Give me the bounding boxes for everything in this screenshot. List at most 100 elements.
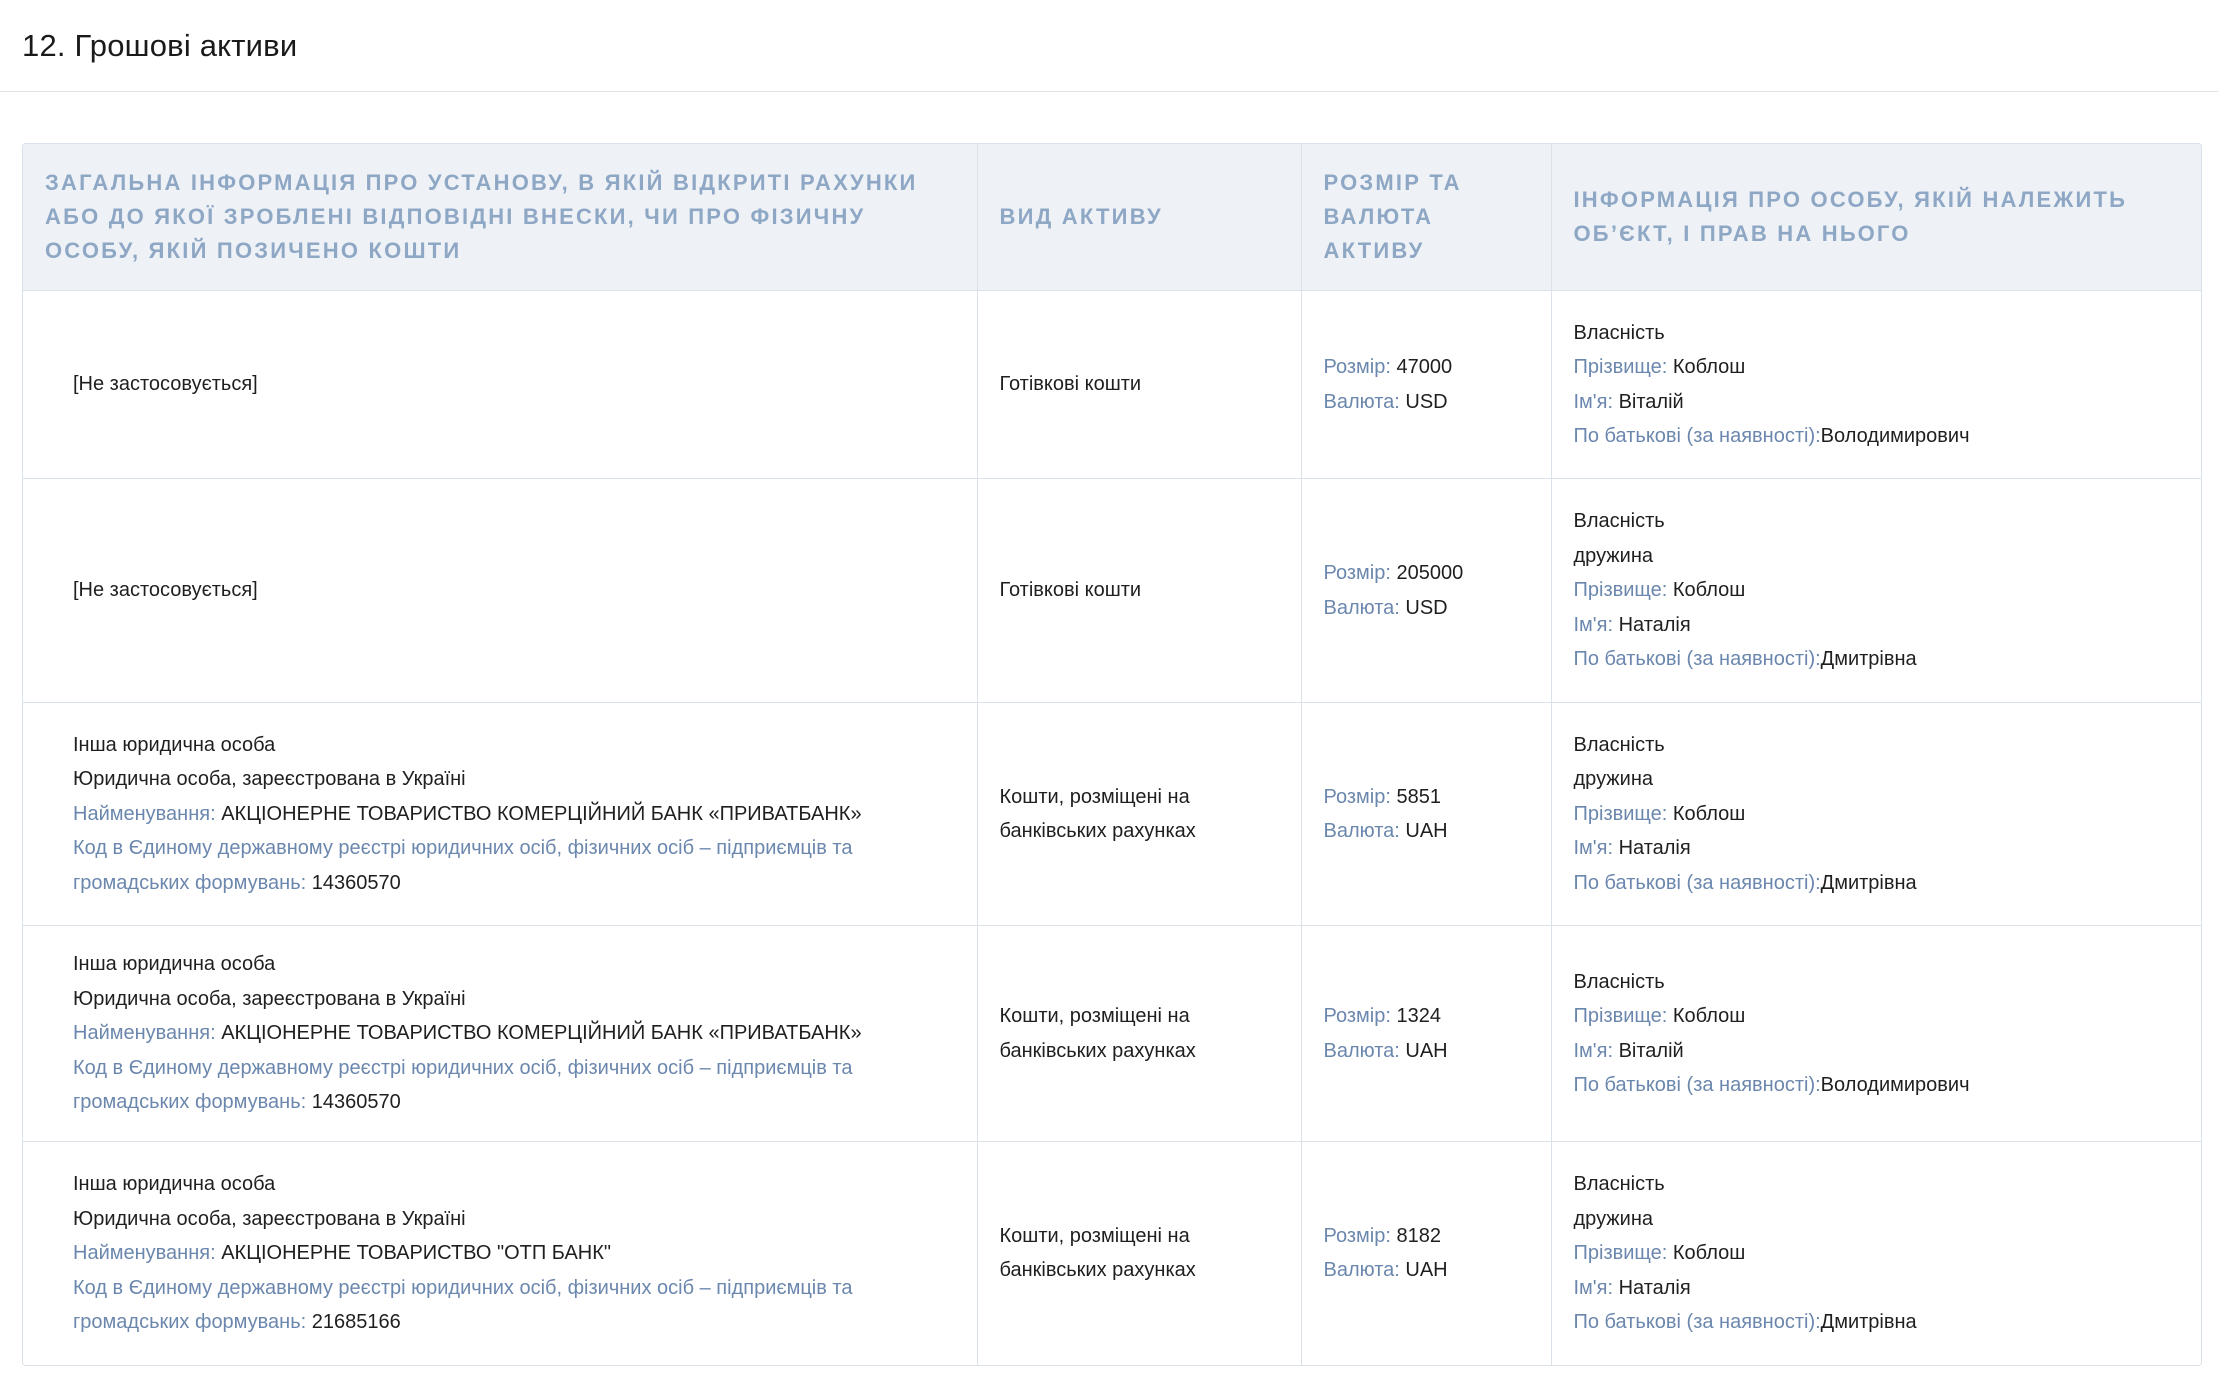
first-name-label: Ім'я: <box>1573 390 1614 413</box>
section-header: 12. Грошові активи <box>0 0 2218 92</box>
surname-label: Прізвище: <box>1573 1242 1668 1264</box>
header-asset-type: Вид активу <box>977 144 1302 291</box>
patronymic-label: По батькові (за наявності): <box>1573 1311 1821 1333</box>
table-row: Інша юридична особа Юридична особа, заре… <box>23 925 2201 1142</box>
size-value: 205000 <box>1396 562 1464 584</box>
owner-relation: дружина <box>1573 1207 1654 1230</box>
currency-value: UAH <box>1405 820 1448 842</box>
institution-code: 14360570 <box>311 1091 401 1114</box>
size-label: Розмір: <box>1323 785 1391 808</box>
owner-cell: Власність Прізвище: Коблош Ім'я: Віталій… <box>1551 925 2201 1142</box>
owner-cell: Власність дружина Прізвище: Коблош Ім'я:… <box>1551 702 2201 926</box>
asset-type-text: Готівкові кошти <box>999 579 1142 602</box>
size-currency-cell: Розмір: 205000 Валюта: USD <box>1301 478 1552 703</box>
institution-name: АКЦІОНЕРНЕ ТОВАРИСТВО КОМЕРЦІЙНИЙ БАНК «… <box>221 802 862 825</box>
page: 12. Грошові активи Загальна інформація п… <box>0 0 2218 1376</box>
name-label: Найменування: <box>73 802 216 825</box>
institution-registration: Юридична особа, зареєстрована в Україні <box>73 1207 466 1230</box>
surname-label: Прізвище: <box>1573 579 1668 602</box>
asset-type-text: Кошти, розміщені на банківських рахунках <box>999 1005 1196 1062</box>
first-name-value: Наталія <box>1618 613 1691 636</box>
size-value: 47000 <box>1396 356 1453 378</box>
patronymic-label: По батькові (за наявності): <box>1573 1074 1821 1096</box>
patronymic-label: По батькові (за наявності): <box>1573 425 1821 447</box>
size-label: Розмір: <box>1323 356 1391 378</box>
owner-relation: дружина <box>1573 768 1654 791</box>
currency-value: USD <box>1405 390 1448 413</box>
monetary-assets-table: Загальна інформація про установу, в якій… <box>22 143 2202 1366</box>
owner-cell: Власність дружина Прізвище: Коблош Ім'я:… <box>1551 1142 2201 1365</box>
institution-cell: Інша юридична особа Юридична особа, заре… <box>23 702 978 926</box>
patronymic-value: Дмитрівна <box>1820 871 1917 894</box>
currency-label: Валюта: <box>1323 596 1400 619</box>
code-label: Код в Єдиному державному реєстрі юридичн… <box>73 837 853 894</box>
institution-cell: [Не застосовується] <box>23 478 978 703</box>
institution-cell: Інша юридична особа Юридична особа, заре… <box>23 1141 978 1365</box>
owner-right: Власність <box>1573 510 1665 533</box>
header-institution: Загальна інформація про установу, в якій… <box>23 144 978 291</box>
surname-label: Прізвище: <box>1573 1005 1668 1027</box>
institution-name: АКЦІОНЕРНЕ ТОВАРИСТВО КОМЕРЦІЙНИЙ БАНК «… <box>221 1022 862 1045</box>
first-name-value: Наталія <box>1618 1276 1691 1299</box>
surname-value: Коблош <box>1672 1005 1746 1027</box>
size-label: Розмір: <box>1323 562 1391 584</box>
section-title: 12. Грошові активи <box>22 27 298 63</box>
patronymic-label: По батькові (за наявності): <box>1573 871 1821 894</box>
first-name-label: Ім'я: <box>1573 1039 1614 1062</box>
institution-kind: Інша юридична особа <box>73 733 276 756</box>
institution-code: 21685166 <box>311 1311 401 1333</box>
institution-registration: Юридична особа, зареєстрована в Україні <box>73 987 466 1010</box>
size-label: Розмір: <box>1323 1224 1391 1247</box>
asset-type-cell: Готівкові кошти <box>977 478 1302 703</box>
not-applicable-text: [Не застосовується] <box>73 373 258 396</box>
first-name-value: Віталій <box>1618 1039 1684 1062</box>
asset-type-cell: Кошти, розміщені на банківських рахунках <box>977 925 1302 1142</box>
size-value: 8182 <box>1396 1224 1441 1247</box>
institution-kind: Інша юридична особа <box>73 1173 276 1195</box>
table-row: [Не застосовується] Готівкові кошти Розм… <box>23 478 2201 703</box>
surname-label: Прізвище: <box>1573 356 1668 378</box>
institution-name: АКЦІОНЕРНЕ ТОВАРИСТВО "ОТП БАНК" <box>221 1242 611 1264</box>
patronymic-value: Володимирович <box>1820 1074 1970 1096</box>
size-currency-cell: Розмір: 5851 Валюта: UAH <box>1301 702 1552 926</box>
asset-type-text: Кошти, розміщені на банківських рахунках <box>999 785 1196 843</box>
institution-cell: [Не застосовується] <box>23 290 978 479</box>
surname-value: Коблош <box>1672 356 1746 378</box>
owner-right: Власність <box>1573 1173 1665 1195</box>
asset-type-cell: Кошти, розміщені на банківських рахунках <box>977 702 1302 926</box>
first-name-value: Наталія <box>1618 837 1691 860</box>
first-name-label: Ім'я: <box>1573 1276 1614 1299</box>
header-owner-info: Інформація про особу, якій належить об’є… <box>1551 144 2201 291</box>
surname-label: Прізвище: <box>1573 802 1668 825</box>
currency-value: UAH <box>1405 1039 1448 1062</box>
currency-label: Валюта: <box>1323 1259 1400 1282</box>
currency-value: USD <box>1405 596 1448 619</box>
size-currency-cell: Розмір: 47000 Валюта: USD <box>1301 290 1552 479</box>
patronymic-value: Володимирович <box>1820 425 1970 447</box>
header-row: Загальна інформація про установу, в якій… <box>23 144 2201 291</box>
first-name-label: Ім'я: <box>1573 613 1614 636</box>
name-label: Найменування: <box>73 1242 216 1264</box>
first-name-value: Віталій <box>1618 390 1684 413</box>
table-row: [Не застосовується] Готівкові кошти Розм… <box>23 290 2201 479</box>
assets-table: Загальна інформація про установу, в якій… <box>23 144 2201 1365</box>
asset-type-text: Готівкові кошти <box>999 373 1142 396</box>
owner-relation: дружина <box>1573 544 1654 567</box>
institution-registration: Юридична особа, зареєстрована в Україні <box>73 768 466 791</box>
surname-value: Коблош <box>1672 579 1746 602</box>
owner-right: Власність <box>1573 970 1665 993</box>
size-currency-cell: Розмір: 1324 Валюта: UAH <box>1301 925 1552 1142</box>
institution-cell: Інша юридична особа Юридична особа, заре… <box>23 925 978 1142</box>
table-row: Інша юридична особа Юридична особа, заре… <box>23 702 2201 926</box>
table-row: Інша юридична особа Юридична особа, заре… <box>23 1141 2201 1365</box>
asset-type-cell: Готівкові кошти <box>977 290 1302 479</box>
currency-label: Валюта: <box>1323 820 1400 842</box>
table-body: [Не застосовується] Готівкові кошти Розм… <box>23 290 2201 1365</box>
header-size-currency: Розмір та валюта активу <box>1301 144 1552 291</box>
size-label: Розмір: <box>1323 1005 1391 1027</box>
owner-right: Власність <box>1573 321 1665 344</box>
patronymic-value: Дмитрівна <box>1820 1311 1917 1333</box>
patronymic-value: Дмитрівна <box>1820 648 1917 671</box>
owner-cell: Власність дружина Прізвище: Коблош Ім'я:… <box>1551 478 2201 703</box>
currency-label: Валюта: <box>1323 1039 1400 1062</box>
